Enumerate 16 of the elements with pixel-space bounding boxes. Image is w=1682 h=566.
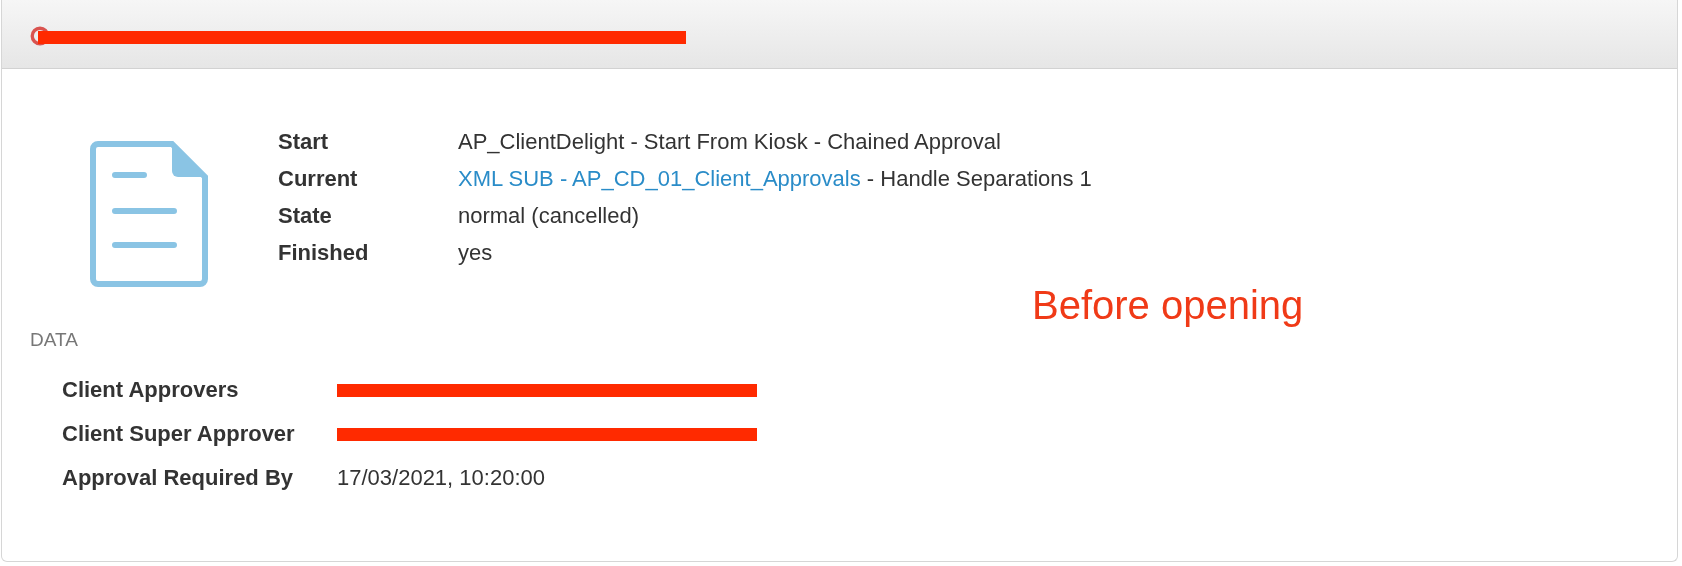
section-heading: DATA <box>30 329 79 351</box>
field-label: Finished <box>278 240 370 266</box>
field-value: AP_ClientDelight - Start From Kiosk - Chained Approval <box>458 129 1001 154</box>
field-value: normal (cancelled) <box>458 203 639 228</box>
field-label: Client Super Approver <box>62 421 296 447</box>
field-value: 17/03/2021, 10:20:00 <box>337 465 545 491</box>
process-link[interactable]: XML SUB - AP_CD_01_Client_Approvals <box>458 166 861 191</box>
field-label: Start <box>278 129 330 155</box>
field-value: yes <box>458 240 493 265</box>
document-icon <box>90 141 208 287</box>
field-label: Approval Required By <box>62 465 295 491</box>
field-label: State <box>278 203 333 229</box>
field-value: - Handle Separations 1 <box>865 166 1092 191</box>
field-label: Current <box>278 166 359 192</box>
annotation-text: Before opening <box>1032 283 1304 328</box>
field-label: Client Approvers <box>62 377 240 403</box>
